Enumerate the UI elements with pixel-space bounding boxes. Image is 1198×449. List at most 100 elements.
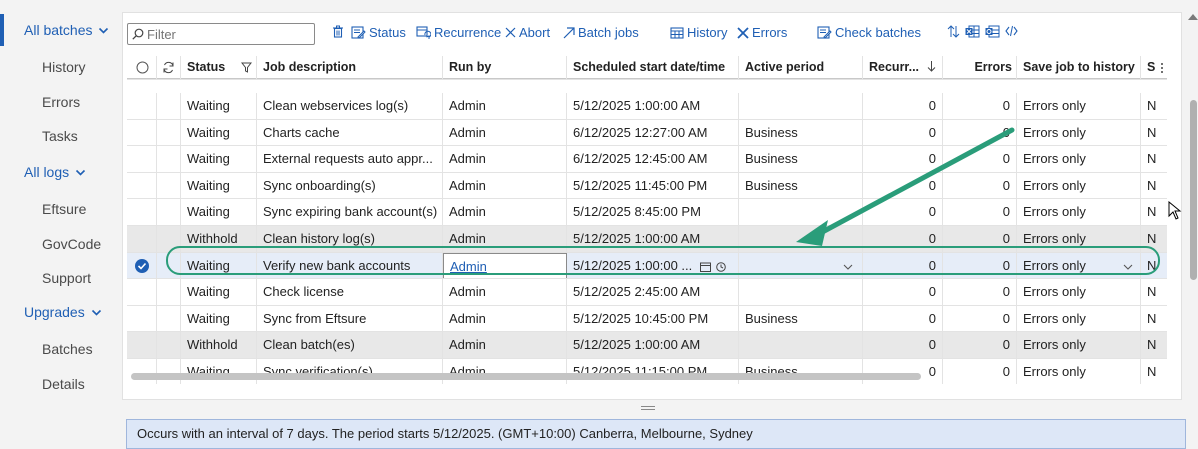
table-row[interactable]: Waiting Sync from Eftsure Admin 5/12/202… bbox=[127, 305, 1167, 333]
checkmark-icon[interactable] bbox=[135, 258, 149, 273]
row-selector[interactable] bbox=[127, 332, 157, 358]
column-header-run-by[interactable]: Run by bbox=[443, 56, 567, 79]
refresh-icon[interactable] bbox=[162, 61, 175, 74]
horizontal-scrollbar[interactable] bbox=[131, 373, 921, 380]
row-selector[interactable] bbox=[127, 279, 157, 305]
check-batches-button[interactable]: Check batches bbox=[817, 25, 921, 40]
sort-down-icon[interactable] bbox=[927, 60, 936, 72]
column-header-errors[interactable]: Errors bbox=[943, 56, 1017, 79]
table-row[interactable]: Withhold Clean history log(s) Admin 5/12… bbox=[127, 226, 1167, 253]
chevron-down-icon[interactable] bbox=[98, 25, 109, 36]
active-period-cell[interactable] bbox=[739, 252, 863, 279]
row-selector[interactable] bbox=[127, 172, 157, 199]
column-header-status[interactable]: Status bbox=[181, 56, 257, 79]
open-in-office-button[interactable] bbox=[985, 25, 1000, 38]
chevron-down-icon[interactable] bbox=[843, 263, 853, 271]
save-history-cell[interactable]: Errors only bbox=[1017, 252, 1141, 279]
row-spacer bbox=[157, 146, 181, 172]
table-row[interactable]: Waiting Verify new bank accounts Admin 5… bbox=[127, 252, 1167, 280]
row-selector[interactable] bbox=[127, 252, 157, 279]
table-row[interactable]: Waiting Clean webservices log(s) Admin 5… bbox=[127, 93, 1167, 120]
column-header-active-period[interactable]: Active period bbox=[739, 56, 863, 79]
active-period-cell: Business bbox=[739, 305, 863, 332]
table-row[interactable]: Waiting Sync expiring bank account(s) Ad… bbox=[127, 199, 1167, 226]
status-button[interactable]: Status bbox=[351, 25, 406, 40]
table-row[interactable]: Waiting Charts cache Admin 6/12/2025 12:… bbox=[127, 119, 1167, 147]
row-selector[interactable] bbox=[127, 359, 157, 384]
vertical-scrollbar[interactable] bbox=[1190, 100, 1197, 280]
clock-icon[interactable] bbox=[716, 261, 726, 272]
errors-button[interactable]: Errors bbox=[737, 25, 787, 40]
column-header-recurrence[interactable]: Recurr... bbox=[863, 56, 943, 79]
splitter-grip[interactable] bbox=[641, 406, 655, 410]
sidebar-item[interactable]: Tasks bbox=[0, 119, 120, 154]
row-spacer bbox=[157, 252, 181, 279]
sort-button[interactable] bbox=[947, 25, 960, 38]
sidebar-group-0[interactable]: All batches bbox=[0, 14, 120, 46]
refresh-cell[interactable] bbox=[157, 56, 181, 79]
delete-button[interactable] bbox=[332, 25, 344, 38]
sidebar-group-2[interactable]: Upgrades bbox=[0, 296, 120, 328]
run-by-text: Admin bbox=[449, 124, 486, 140]
scheduled-text: 5/12/2025 11:45:00 PM bbox=[573, 177, 708, 193]
save-history-text: Errors only bbox=[1023, 284, 1086, 300]
run-by-cell: Admin bbox=[443, 332, 567, 358]
more-icon[interactable] bbox=[1160, 62, 1164, 74]
batch-jobs-grid: Status Job description Run by Scheduled … bbox=[127, 56, 1167, 384]
row-selector[interactable] bbox=[127, 93, 157, 119]
next-column-cell: N bbox=[1147, 98, 1157, 113]
column-header-next[interactable]: S bbox=[1141, 56, 1167, 79]
table-row[interactable]: Waiting Sync verification(s) Admin 5/12/… bbox=[127, 359, 1167, 384]
chevron-down-icon[interactable] bbox=[1123, 263, 1133, 271]
sidebar-item[interactable]: Errors bbox=[0, 85, 120, 120]
table-row[interactable]: Waiting External requests auto appr... A… bbox=[127, 146, 1167, 173]
save-history-text: Errors only bbox=[1023, 204, 1086, 220]
chevron-down-icon[interactable] bbox=[75, 167, 86, 178]
recurrence-cell: 0 bbox=[863, 146, 943, 172]
sidebar-item[interactable]: History bbox=[0, 50, 120, 85]
sidebar-item-label: Tasks bbox=[42, 128, 78, 144]
select-all-radio[interactable] bbox=[136, 61, 149, 74]
select-all-cell[interactable] bbox=[127, 56, 157, 79]
chevron-down-icon[interactable] bbox=[91, 307, 102, 318]
filter-input[interactable] bbox=[147, 26, 307, 42]
sidebar-item[interactable]: GovCode bbox=[0, 227, 120, 262]
run-by-text: Admin bbox=[449, 204, 486, 220]
scheduled-cell[interactable]: 5/12/2025 1:00:00 ... bbox=[567, 252, 739, 279]
column-header-save-history[interactable]: Save job to history bbox=[1017, 56, 1141, 79]
sidebar-item[interactable]: Support bbox=[0, 261, 120, 296]
sidebar-item[interactable]: Batches bbox=[0, 332, 120, 367]
column-header-scheduled[interactable]: Scheduled start date/time bbox=[567, 56, 739, 79]
row-selector[interactable] bbox=[127, 199, 157, 225]
row-selector[interactable] bbox=[127, 226, 157, 252]
run-by-text[interactable]: Admin bbox=[450, 259, 487, 274]
row-selector[interactable] bbox=[127, 305, 157, 332]
history-button[interactable]: History bbox=[670, 25, 727, 40]
abort-button-label: Abort bbox=[519, 25, 551, 40]
column-header-job-description[interactable]: Job description bbox=[257, 56, 443, 79]
sidebar-item[interactable]: Details bbox=[0, 367, 120, 402]
table-row[interactable]: Waiting Check license Admin 5/12/2025 2:… bbox=[127, 279, 1167, 306]
scroll-up-arrow[interactable] bbox=[1188, 14, 1198, 20]
active-period-cell bbox=[739, 93, 863, 119]
recurrence-button[interactable]: Recurrence bbox=[416, 25, 501, 40]
sidebar-item[interactable]: Eftsure bbox=[0, 192, 120, 227]
active-period-text: Business bbox=[745, 124, 798, 140]
abort-button[interactable]: Abort bbox=[505, 25, 550, 40]
calendar-icon[interactable] bbox=[700, 262, 711, 272]
filter-box[interactable] bbox=[127, 23, 315, 45]
run-by-cell: Admin bbox=[443, 359, 567, 384]
table-row[interactable]: Withhold Clean batch(es) Admin 5/12/2025… bbox=[127, 332, 1167, 359]
view-code-button[interactable] bbox=[1005, 25, 1018, 37]
table-row[interactable]: Waiting Sync onboarding(s) Admin 5/12/20… bbox=[127, 172, 1167, 200]
export-excel-button[interactable] bbox=[965, 25, 980, 38]
batch-jobs-button[interactable]: Batch jobs bbox=[563, 25, 639, 40]
job-description-cell: Clean webservices log(s) bbox=[257, 93, 443, 119]
job-description-cell: Clean batch(es) bbox=[257, 332, 443, 358]
row-selector[interactable] bbox=[127, 119, 157, 146]
filter-icon[interactable] bbox=[241, 62, 252, 73]
save-history-cell: Errors only bbox=[1017, 305, 1141, 332]
run-by-cell[interactable]: Admin bbox=[443, 252, 567, 279]
sidebar-group-1[interactable]: All logs bbox=[0, 156, 120, 188]
row-selector[interactable] bbox=[127, 146, 157, 172]
